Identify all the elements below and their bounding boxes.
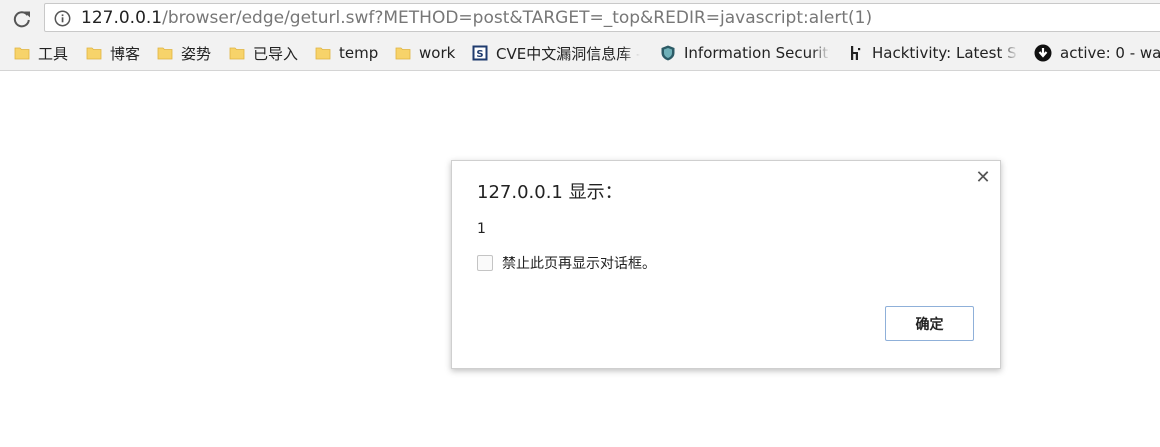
bookmark-folder-work[interactable]: work — [395, 42, 455, 64]
info-icon[interactable] — [54, 10, 71, 27]
bookmark-label: active: 0 - wait — [1060, 44, 1160, 62]
dialog-title: 127.0.0.1 显示： — [477, 182, 623, 203]
checkbox-box[interactable] — [477, 255, 493, 271]
url-host: 127.0.0.1 — [81, 8, 163, 28]
bookmark-label: temp — [339, 44, 379, 62]
bookmark-label: CVE中文漏洞信息库 - — [496, 44, 640, 63]
address-bar[interactable]: 127.0.0.1/browser/edge/geturl.swf?METHOD… — [44, 3, 1160, 32]
suppress-dialogs-checkbox[interactable]: 禁止此页再显示对话框。 — [477, 253, 656, 273]
bookmark-label: Information Security — [684, 44, 830, 62]
download-circle-icon — [1034, 44, 1052, 62]
svg-text:S: S — [476, 49, 483, 60]
hackerone-site-icon — [851, 46, 861, 60]
url-path: /browser/edge/geturl.swf?METHOD=post&TAR… — [162, 8, 873, 28]
dialog-message: 1 — [477, 221, 486, 237]
bookmark-label: 姿势 — [181, 44, 212, 63]
folder-icon — [395, 47, 411, 60]
reload-icon — [13, 11, 30, 28]
bookmark-label: 已导入 — [253, 44, 299, 63]
cve-site-icon: S — [472, 45, 488, 61]
folder-icon — [229, 47, 245, 60]
folder-icon — [315, 47, 331, 60]
close-icon[interactable]: ✕ — [974, 169, 992, 187]
bookmark-folder-blog[interactable]: 博客 — [86, 42, 140, 64]
url-text: 127.0.0.1/browser/edge/geturl.swf?METHOD… — [81, 7, 872, 29]
checkbox-label: 禁止此页再显示对话框。 — [502, 256, 656, 272]
bookmark-hacktivity[interactable]: Hacktivity: Latest Se — [848, 42, 1018, 64]
bookmark-label: Hacktivity: Latest Se — [872, 44, 1018, 62]
bookmarks-bar: 工具 博客 姿势 已导入 temp work S CVE中文漏洞信息库 - In… — [0, 37, 1160, 71]
bookmark-label: work — [419, 44, 456, 62]
ok-button[interactable]: 确定 — [885, 306, 974, 341]
bookmark-folder-temp[interactable]: temp — [315, 42, 378, 64]
reload-button[interactable] — [9, 6, 35, 32]
browser-toolbar: 127.0.0.1/browser/edge/geturl.swf?METHOD… — [0, 0, 1160, 37]
bookmark-cve-db[interactable]: S CVE中文漏洞信息库 - — [472, 42, 640, 64]
bookmark-label: 工具 — [38, 44, 69, 63]
bookmark-folder-posture[interactable]: 姿势 — [157, 42, 211, 64]
bookmark-folder-imported[interactable]: 已导入 — [229, 42, 298, 64]
bookmark-information-security[interactable]: Information Security — [660, 42, 830, 64]
bookmark-active-wait[interactable]: active: 0 - wait — [1034, 42, 1160, 64]
bookmark-label: 博客 — [110, 44, 141, 63]
folder-icon — [86, 47, 102, 60]
folder-icon — [157, 47, 173, 60]
folder-icon — [14, 47, 30, 60]
bookmark-folder-tools[interactable]: 工具 — [14, 42, 68, 64]
alert-dialog: 127.0.0.1 显示： ✕ 1 禁止此页再显示对话框。 确定 — [451, 160, 1001, 369]
shield-site-icon — [661, 45, 675, 61]
